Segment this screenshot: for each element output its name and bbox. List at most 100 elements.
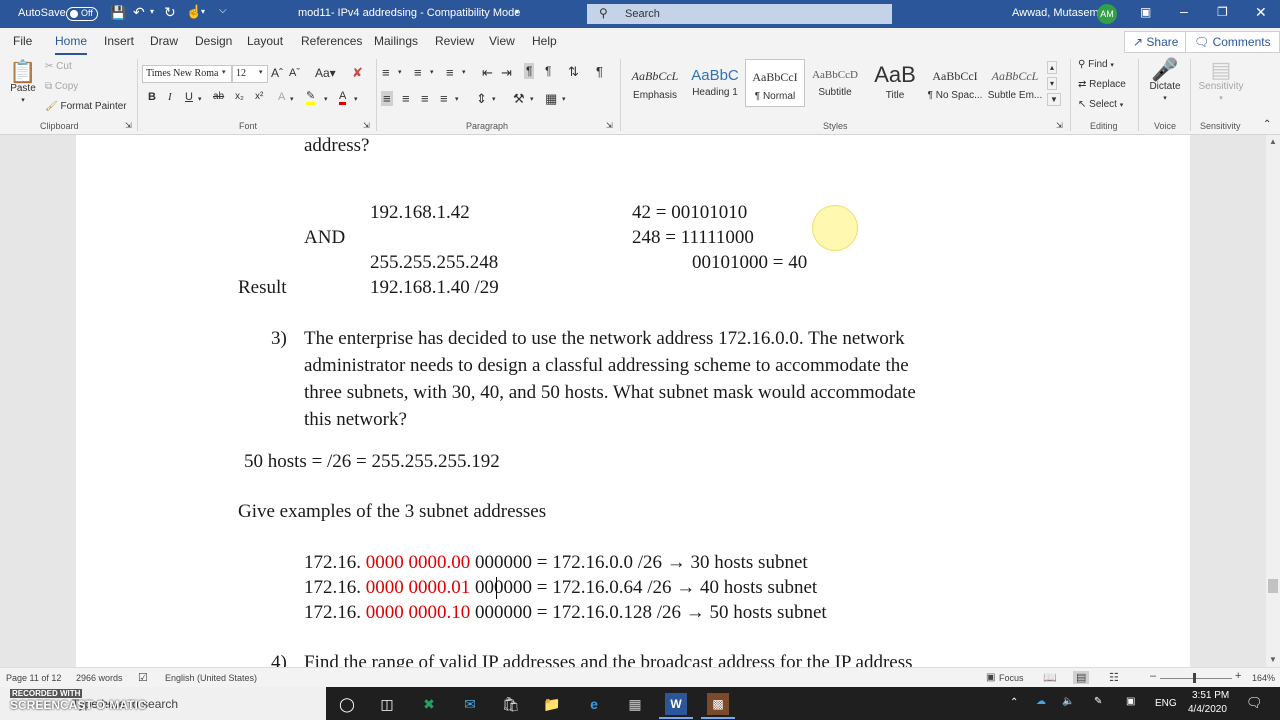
style-subtitle[interactable]: AaBbCcD Subtitle <box>805 59 865 107</box>
align-left-icon[interactable]: ≡ <box>381 91 393 106</box>
decrease-indent-icon[interactable]: ⇤ <box>482 65 493 81</box>
line-spacing-icon[interactable]: ⇕ <box>476 91 487 107</box>
web-layout-icon[interactable]: ☷ <box>1109 671 1119 684</box>
line-spacing-dropdown-icon[interactable]: ▾ <box>492 95 496 103</box>
text-effects-icon[interactable]: A <box>278 91 285 103</box>
style-title[interactable]: AaB Title <box>865 59 925 107</box>
font-color-dropdown-icon[interactable]: ▾ <box>354 95 358 103</box>
style-heading-1[interactable]: AaBbC Heading 1 <box>685 59 745 107</box>
save-icon[interactable]: 💾 <box>110 6 126 19</box>
scroll-thumb[interactable] <box>1268 579 1278 593</box>
mail-icon[interactable]: ✉ <box>459 693 481 715</box>
tab-mailings[interactable]: Mailings <box>374 34 418 48</box>
increase-indent-icon[interactable]: ⇥ <box>501 65 512 81</box>
proofing-icon[interactable]: ☑ <box>138 671 148 684</box>
customize-qat-icon[interactable]: ⌵ <box>219 6 227 16</box>
autosave-toggle[interactable]: Off <box>66 7 98 21</box>
file-explorer-icon[interactable]: 📁 <box>541 693 563 715</box>
styles-scroll-up-icon[interactable]: ▴ <box>1047 61 1058 74</box>
taskbar-search[interactable]: Type here to search RECORDED WITH SCREEN… <box>0 687 326 720</box>
tab-design[interactable]: Design <box>195 34 232 48</box>
tab-help[interactable]: Help <box>532 34 557 48</box>
justify-icon[interactable]: ≡ <box>440 91 448 106</box>
vertical-scrollbar[interactable]: ▲ ▼ <box>1266 135 1280 667</box>
clock-date[interactable]: 4/4/2020 <box>1188 704 1227 715</box>
word-count[interactable]: 2966 words <box>76 673 123 683</box>
style-no-spacing[interactable]: AaBbCcI ¶ No Spac... <box>925 59 985 107</box>
bold-icon[interactable]: B <box>148 91 156 103</box>
volume-icon[interactable]: 🔈 <box>1062 696 1074 707</box>
tray-overflow-icon[interactable]: ⌃ <box>1010 697 1018 708</box>
font-size-dropdown-icon[interactable]: ▾ <box>259 68 263 76</box>
document-page[interactable]: address? 192.168.1.42 AND 255.255.255.24… <box>76 135 1190 667</box>
shading-dropdown-icon[interactable]: ▾ <box>530 95 534 103</box>
borders-dropdown-icon[interactable]: ▾ <box>562 95 566 103</box>
font-name-combo[interactable]: Times New Roma <box>142 65 232 83</box>
numbering-dropdown-icon[interactable]: ▾ <box>430 68 434 76</box>
tab-insert[interactable]: Insert <box>104 34 134 48</box>
collapse-ribbon-icon[interactable]: ⌃ <box>1263 119 1271 130</box>
paste-button[interactable]: 📋 Paste ▾ <box>6 61 40 105</box>
tab-view[interactable]: View <box>489 34 515 48</box>
styles-launcher-icon[interactable]: ⇲ <box>1056 121 1063 130</box>
edge-icon[interactable]: e <box>583 693 605 715</box>
store-icon[interactable]: 🛍 <box>500 693 522 715</box>
undo-dropdown-icon[interactable]: ▾ <box>150 8 154 16</box>
page-count[interactable]: Page 11 of 12 <box>6 673 61 683</box>
highlight-dropdown-icon[interactable]: ▾ <box>324 95 328 103</box>
copy-button[interactable]: ⧉ Copy <box>45 81 78 92</box>
replace-button[interactable]: ⇄ Replace <box>1078 79 1126 90</box>
print-layout-icon[interactable]: ▤ <box>1073 671 1090 684</box>
user-name[interactable]: Awwad, Mutasem <box>1012 7 1099 19</box>
change-case-icon[interactable]: Aa▾ <box>315 66 336 80</box>
align-right-icon[interactable]: ≡ <box>421 91 429 106</box>
styles-more-icon[interactable]: ▼ <box>1047 93 1061 106</box>
paragraph-launcher-icon[interactable]: ⇲ <box>606 121 613 130</box>
bullets-dropdown-icon[interactable]: ▾ <box>398 68 402 76</box>
clear-formatting-icon[interactable]: ✘ <box>352 65 363 81</box>
underline-dropdown-icon[interactable]: ▾ <box>198 95 202 103</box>
shrink-font-icon[interactable]: Aˇ <box>289 67 300 79</box>
comments-button[interactable]: 🗨 Comments <box>1185 31 1280 53</box>
scroll-down-icon[interactable]: ▼ <box>1269 655 1277 664</box>
underline-icon[interactable]: U <box>185 91 193 103</box>
select-button[interactable]: ↖ Select ▾ <box>1078 99 1123 110</box>
focus-label[interactable]: Focus <box>999 673 1024 683</box>
format-painter-button[interactable]: 🖌 Format Painter <box>45 101 127 112</box>
redo-icon[interactable]: ↻ <box>164 5 176 19</box>
find-button[interactable]: ⚲ Find ▾ <box>1078 59 1114 70</box>
read-mode-icon[interactable]: 📖 <box>1043 671 1057 684</box>
style-emphasis[interactable]: AaBbCcL Emphasis <box>625 59 685 107</box>
zoom-slider-track[interactable] <box>1160 678 1232 679</box>
title-dropdown-icon[interactable]: ▾ <box>515 8 519 16</box>
screencast-icon[interactable]: ▩ <box>701 693 735 719</box>
text-effects-dropdown-icon[interactable]: ▾ <box>290 95 294 103</box>
align-center-icon[interactable]: ≡ <box>402 91 410 106</box>
superscript-icon[interactable]: x² <box>255 91 263 102</box>
minimize-icon[interactable]: – <box>1180 4 1188 18</box>
style-normal[interactable]: AaBbCcI ¶ Normal <box>745 59 805 107</box>
cortana-icon[interactable]: ◯ <box>336 693 358 715</box>
zoom-slider-thumb[interactable] <box>1193 673 1196 683</box>
dictate-button[interactable]: 🎤 Dictate ▾ <box>1143 59 1187 103</box>
focus-icon[interactable]: ▣ <box>986 672 995 683</box>
borders-icon[interactable]: ▦ <box>545 91 557 107</box>
multilevel-list-icon[interactable]: ≡ <box>446 65 454 80</box>
network-icon[interactable]: ▣ <box>1126 696 1135 707</box>
show-marks-icon[interactable]: ¶ <box>596 64 603 79</box>
tab-layout[interactable]: Layout <box>247 34 283 48</box>
zoom-in-icon[interactable]: + <box>1235 670 1241 682</box>
notifications-icon[interactable]: 🗨 <box>1246 695 1263 711</box>
tab-home[interactable]: Home <box>55 34 88 55</box>
tab-references[interactable]: References <box>301 34 362 48</box>
tab-review[interactable]: Review <box>435 34 474 48</box>
numbering-icon[interactable]: ≡ <box>414 65 422 80</box>
calculator-icon[interactable]: ▦ <box>624 693 646 715</box>
rtl-icon[interactable]: ¶ <box>545 64 551 78</box>
justify-dropdown-icon[interactable]: ▾ <box>455 95 459 103</box>
font-color-icon[interactable]: A <box>339 91 347 105</box>
language[interactable]: English (United States) <box>165 673 257 683</box>
scroll-up-icon[interactable]: ▲ <box>1269 137 1277 146</box>
share-button[interactable]: ↗ Share <box>1124 31 1188 53</box>
restore-icon[interactable]: ❐ <box>1217 6 1228 18</box>
